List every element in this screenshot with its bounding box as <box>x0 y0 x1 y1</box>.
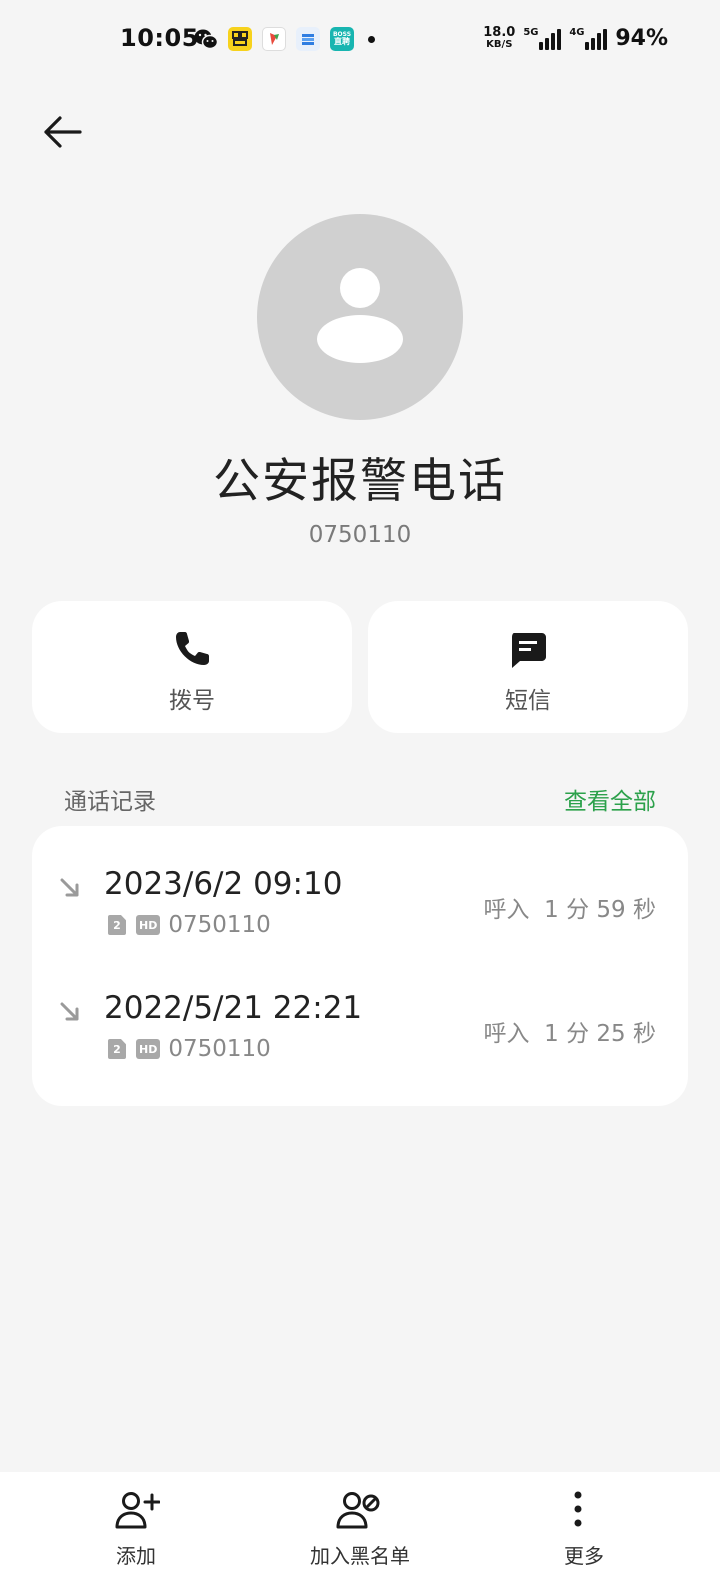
sim-card-icon: 2 <box>108 915 126 935</box>
message-icon <box>512 633 546 668</box>
add-contact-label: 添加 <box>116 1544 156 1568</box>
network-speed: 18.0 KB/S <box>483 24 516 51</box>
battery-level: 94% <box>615 26 668 51</box>
call-sub-info: 2 HD 0750110 <box>108 1036 271 1062</box>
call-duration: 呼入 1 分 59 秒 <box>483 897 656 923</box>
more-options-label: 更多 <box>564 1544 604 1568</box>
sms-button[interactable]: 短信 <box>368 601 688 733</box>
boss-label-bottom: 直聘 <box>334 37 350 46</box>
contact-detail-page: 10:05 BOSS 直聘 18.0 KB/S 5G 4G 94% 公安报警电话… <box>0 0 720 1584</box>
incoming-call-icon <box>60 1002 79 1021</box>
call-sub-info: 2 HD 0750110 <box>108 912 271 938</box>
more-vertical-icon <box>574 1491 582 1527</box>
call-datetime: 2022/5/21 22:21 <box>104 990 363 1026</box>
call-log-title: 通话记录 <box>64 789 156 815</box>
contact-name: 公安报警电话 <box>213 454 507 509</box>
hd-icon: HD <box>136 1039 161 1059</box>
call-duration: 呼入 1 分 25 秒 <box>483 1021 656 1047</box>
add-contact-button[interactable]: 添加 <box>16 1472 256 1584</box>
net-speed-unit: KB/S <box>486 38 513 50</box>
sms-label: 短信 <box>505 688 551 714</box>
net-speed-value: 18.0 <box>483 24 516 40</box>
signal-4g-icon: 4G <box>569 26 608 50</box>
zhilian-icon <box>228 27 252 51</box>
signal-5g-icon: 5G <box>523 26 562 50</box>
dial-label: 拨号 <box>169 688 215 714</box>
block-person-icon <box>336 1492 380 1529</box>
bottom-action-bar: 添加 加入黑名单 更多 <box>0 1472 720 1584</box>
add-to-blacklist-button[interactable]: 加入黑名单 <box>240 1472 480 1584</box>
app-blue-icon <box>296 27 320 51</box>
back-button[interactable] <box>40 110 88 154</box>
add-to-blacklist-label: 加入黑名单 <box>310 1544 410 1568</box>
sim-card-icon: 2 <box>108 1039 126 1059</box>
notification-icons: BOSS 直聘 <box>194 27 375 51</box>
boss-icon: BOSS 直聘 <box>330 27 354 51</box>
call-log-list: 2023/6/2 09:10 2 HD 0750110 呼入 1 分 59 秒 … <box>32 826 688 1106</box>
call-number: 0750110 <box>168 912 271 938</box>
person-icon <box>317 268 403 363</box>
contact-avatar <box>257 214 463 420</box>
app-red-icon <box>262 27 286 51</box>
call-log-item[interactable]: 2023/6/2 09:10 2 HD 0750110 呼入 1 分 59 秒 <box>32 836 688 960</box>
contact-number: 0750110 <box>308 522 412 548</box>
add-person-icon <box>115 1492 160 1529</box>
more-options-button[interactable]: 更多 <box>464 1472 704 1584</box>
hd-icon: HD <box>136 915 161 935</box>
status-bar: 10:05 BOSS 直聘 18.0 KB/S 5G 4G 94% <box>0 0 720 80</box>
more-notifications-dot <box>368 35 375 43</box>
status-right: 18.0 KB/S 5G 4G 94% <box>483 24 668 52</box>
status-time: 10:05 <box>120 24 199 52</box>
signal-5g-label: 5G <box>523 26 539 38</box>
dial-button[interactable]: 拨号 <box>32 601 352 733</box>
signal-4g-label: 4G <box>569 26 585 38</box>
wechat-icon <box>194 27 218 51</box>
call-datetime: 2023/6/2 09:10 <box>104 866 343 902</box>
back-arrow-icon <box>44 116 82 148</box>
call-number: 0750110 <box>168 1036 271 1062</box>
view-all-link[interactable]: 查看全部 <box>564 782 656 816</box>
phone-icon <box>176 632 209 665</box>
call-log-item[interactable]: 2022/5/21 22:21 2 HD 0750110 呼入 1 分 25 秒 <box>32 960 688 1084</box>
incoming-call-icon <box>60 878 79 897</box>
